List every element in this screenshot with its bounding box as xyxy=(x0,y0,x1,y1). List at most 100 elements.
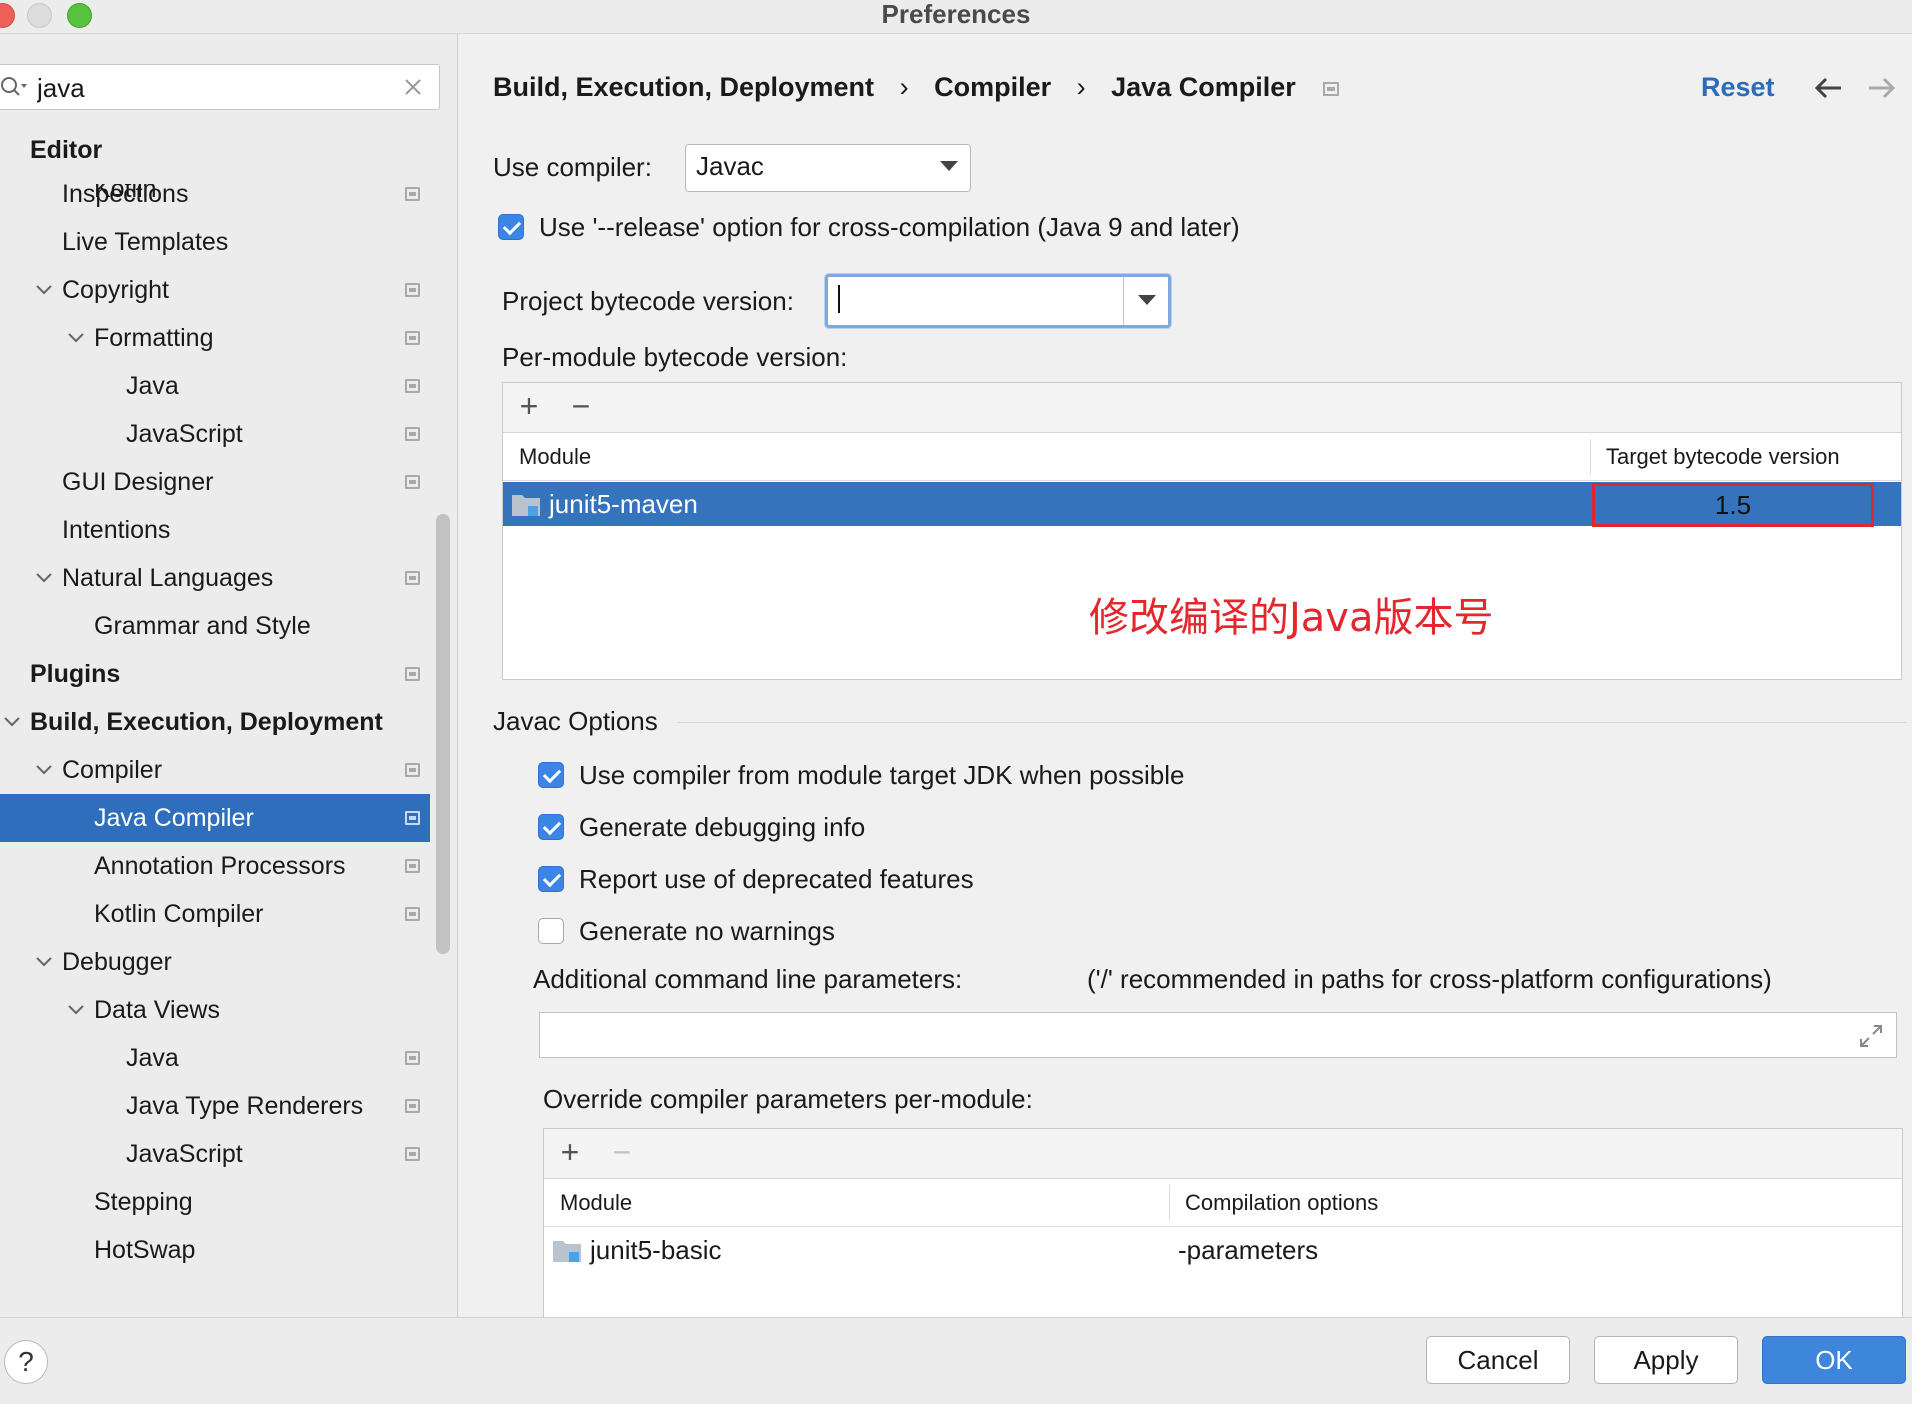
sidebar-item-label: Java xyxy=(126,372,179,400)
sidebar-item-label: Copyright xyxy=(62,276,169,304)
settings-tree: Editor Inspections Live Templates Copyright… xyxy=(0,126,430,1274)
sidebar-scrollbar[interactable] xyxy=(436,514,450,954)
no-warnings-checkbox[interactable] xyxy=(538,918,564,944)
sidebar-item-stepping[interactable]: Stepping xyxy=(0,1178,430,1226)
sidebar-item-java-compiler[interactable]: Java Compiler xyxy=(0,794,430,842)
back-arrow-icon[interactable] xyxy=(1813,76,1843,100)
red-annotation-text: 修改编译的Java版本号 xyxy=(1089,595,1494,641)
sidebar-item-hotswap[interactable]: HotSwap xyxy=(0,1226,430,1274)
module-folder-icon xyxy=(512,495,540,516)
module-name-cell[interactable]: junit5-maven xyxy=(549,482,698,526)
project-bytecode-combo[interactable] xyxy=(825,274,1171,328)
column-separator[interactable] xyxy=(1590,439,1591,475)
breadcrumb-build[interactable]: Build, Execution, Deployment xyxy=(493,72,874,103)
search-icon[interactable] xyxy=(0,75,29,101)
debugging-info-checkbox[interactable] xyxy=(538,814,564,840)
breadcrumb-compiler[interactable]: Compiler xyxy=(934,72,1051,103)
title-bar: Preferences xyxy=(0,0,1912,34)
table-row[interactable]: junit5-basic -parameters xyxy=(544,1228,1902,1272)
sidebar-item-javascript[interactable]: JavaScript xyxy=(0,410,430,458)
forward-arrow-icon[interactable] xyxy=(1867,76,1897,100)
module-target-jdk-checkbox[interactable] xyxy=(538,762,564,788)
module-target-jdk-label[interactable]: Use compiler from module target JDK when… xyxy=(579,760,1184,791)
release-option-checkbox[interactable] xyxy=(498,214,524,240)
reset-link[interactable]: Reset xyxy=(1701,72,1775,103)
chevron-down-icon[interactable] xyxy=(2,712,22,732)
sidebar-item-editor[interactable]: Editor xyxy=(0,126,430,170)
remove-override-button[interactable]: − xyxy=(606,1136,638,1169)
sidebar-item-kotlin-compiler[interactable]: Kotlin Compiler xyxy=(0,890,430,938)
remove-module-button[interactable]: − xyxy=(565,390,597,423)
use-compiler-select[interactable]: Javac xyxy=(685,144,971,192)
chevron-down-icon[interactable] xyxy=(1138,295,1156,305)
sidebar-item-plugins[interactable]: Plugins xyxy=(0,650,430,698)
sidebar-item-copyright[interactable]: Copyright xyxy=(0,266,430,314)
project-bytecode-label: Project bytecode version: xyxy=(502,286,794,316)
column-module[interactable]: Module xyxy=(560,1179,632,1227)
sidebar-item-label: Editor xyxy=(30,136,103,164)
sidebar-item-live-templates[interactable]: Live Templates xyxy=(0,218,430,266)
javac-options-title: Javac Options xyxy=(493,706,658,736)
search-input[interactable] xyxy=(37,71,387,105)
additional-params-label: Additional command line parameters: xyxy=(533,964,963,994)
deprecated-features-checkbox[interactable] xyxy=(538,866,564,892)
column-separator[interactable] xyxy=(1169,1185,1170,1221)
debugging-info-label[interactable]: Generate debugging info xyxy=(579,812,865,843)
chevron-down-icon[interactable] xyxy=(34,952,54,972)
sidebar-item-intentions[interactable]: Intentions xyxy=(0,506,430,554)
apply-button[interactable]: Apply xyxy=(1594,1336,1738,1384)
column-module[interactable]: Module xyxy=(519,433,591,481)
chevron-down-icon[interactable] xyxy=(34,760,54,780)
sidebar-item-build-execution-deployment[interactable]: Build, Execution, Deployment xyxy=(0,698,430,746)
column-compilation-options[interactable]: Compilation options xyxy=(1185,1179,1378,1227)
no-warnings-label[interactable]: Generate no warnings xyxy=(579,916,835,947)
sidebar-item-gui-designer[interactable]: GUI Designer xyxy=(0,458,430,506)
table-row[interactable]: junit5-maven 1.5 xyxy=(503,482,1901,527)
help-button[interactable]: ? xyxy=(4,1340,48,1384)
sidebar-item-data-views[interactable]: Data Views xyxy=(0,986,430,1034)
settings-search[interactable] xyxy=(0,64,440,110)
sidebar-item-java[interactable]: Java xyxy=(0,1034,430,1082)
sidebar-item-grammar-and-style[interactable]: Grammar and Style xyxy=(0,602,430,650)
project-scope-icon xyxy=(405,1051,420,1065)
sidebar-item-compiler[interactable]: Compiler xyxy=(0,746,430,794)
add-override-button[interactable]: + xyxy=(554,1136,586,1169)
project-scope-icon xyxy=(405,187,420,201)
sidebar-item-label: Stepping xyxy=(94,1188,193,1216)
deprecated-features-label[interactable]: Report use of deprecated features xyxy=(579,864,974,895)
additional-params-input[interactable] xyxy=(539,1012,1897,1058)
chevron-down-icon[interactable] xyxy=(66,328,86,348)
sidebar-item-java-type-renderers[interactable]: Java Type Renderers xyxy=(0,1082,430,1130)
override-table-panel: + − Module Compilation options junit5-ba… xyxy=(543,1128,1903,1317)
sidebar-item-natural-languages[interactable]: Natural Languages xyxy=(0,554,430,602)
bytecode-table-header: Module Target bytecode version xyxy=(503,433,1901,481)
chevron-down-icon[interactable] xyxy=(66,1000,86,1020)
sidebar-item-java[interactable]: Java xyxy=(0,362,430,410)
clear-search-icon[interactable] xyxy=(403,77,423,97)
expand-icon[interactable] xyxy=(1858,1023,1884,1049)
override-options-cell[interactable]: -parameters xyxy=(1178,1228,1318,1272)
chevron-down-icon[interactable] xyxy=(34,568,54,588)
sidebar-item-debugger[interactable]: Debugger xyxy=(0,938,430,986)
bytecode-table-panel: + − Module Target bytecode version junit… xyxy=(502,382,1902,680)
sidebar-item-javascript[interactable]: JavaScript xyxy=(0,1130,430,1178)
sidebar-item-label: Formatting xyxy=(94,324,214,352)
add-module-button[interactable]: + xyxy=(513,390,545,423)
override-module-cell[interactable]: junit5-basic xyxy=(590,1228,722,1272)
sidebar-item-label: HotSwap xyxy=(94,1236,196,1264)
column-target-version[interactable]: Target bytecode version xyxy=(1606,433,1840,481)
sidebar-item-annotation-processors[interactable]: Annotation Processors xyxy=(0,842,430,890)
breadcrumb-separator: › xyxy=(1076,72,1086,102)
cancel-button[interactable]: Cancel xyxy=(1426,1336,1570,1384)
override-params-label: Override compiler parameters per-module: xyxy=(543,1084,1033,1114)
ok-button[interactable]: OK xyxy=(1762,1336,1906,1384)
target-version-highlight[interactable]: 1.5 xyxy=(1592,483,1874,527)
chevron-down-icon[interactable] xyxy=(34,280,54,300)
settings-sidebar: Kotlin EditorInspectionsLive TemplatesCo… xyxy=(0,34,458,1317)
sidebar-item-inspections[interactable]: Inspections xyxy=(0,170,430,218)
project-scope-icon xyxy=(405,811,420,825)
section-divider xyxy=(677,722,1907,723)
sidebar-item-formatting[interactable]: Formatting xyxy=(0,314,430,362)
target-version-cell[interactable]: 1.5 xyxy=(1595,483,1871,527)
release-option-label[interactable]: Use '--release' option for cross-compila… xyxy=(539,212,1240,243)
